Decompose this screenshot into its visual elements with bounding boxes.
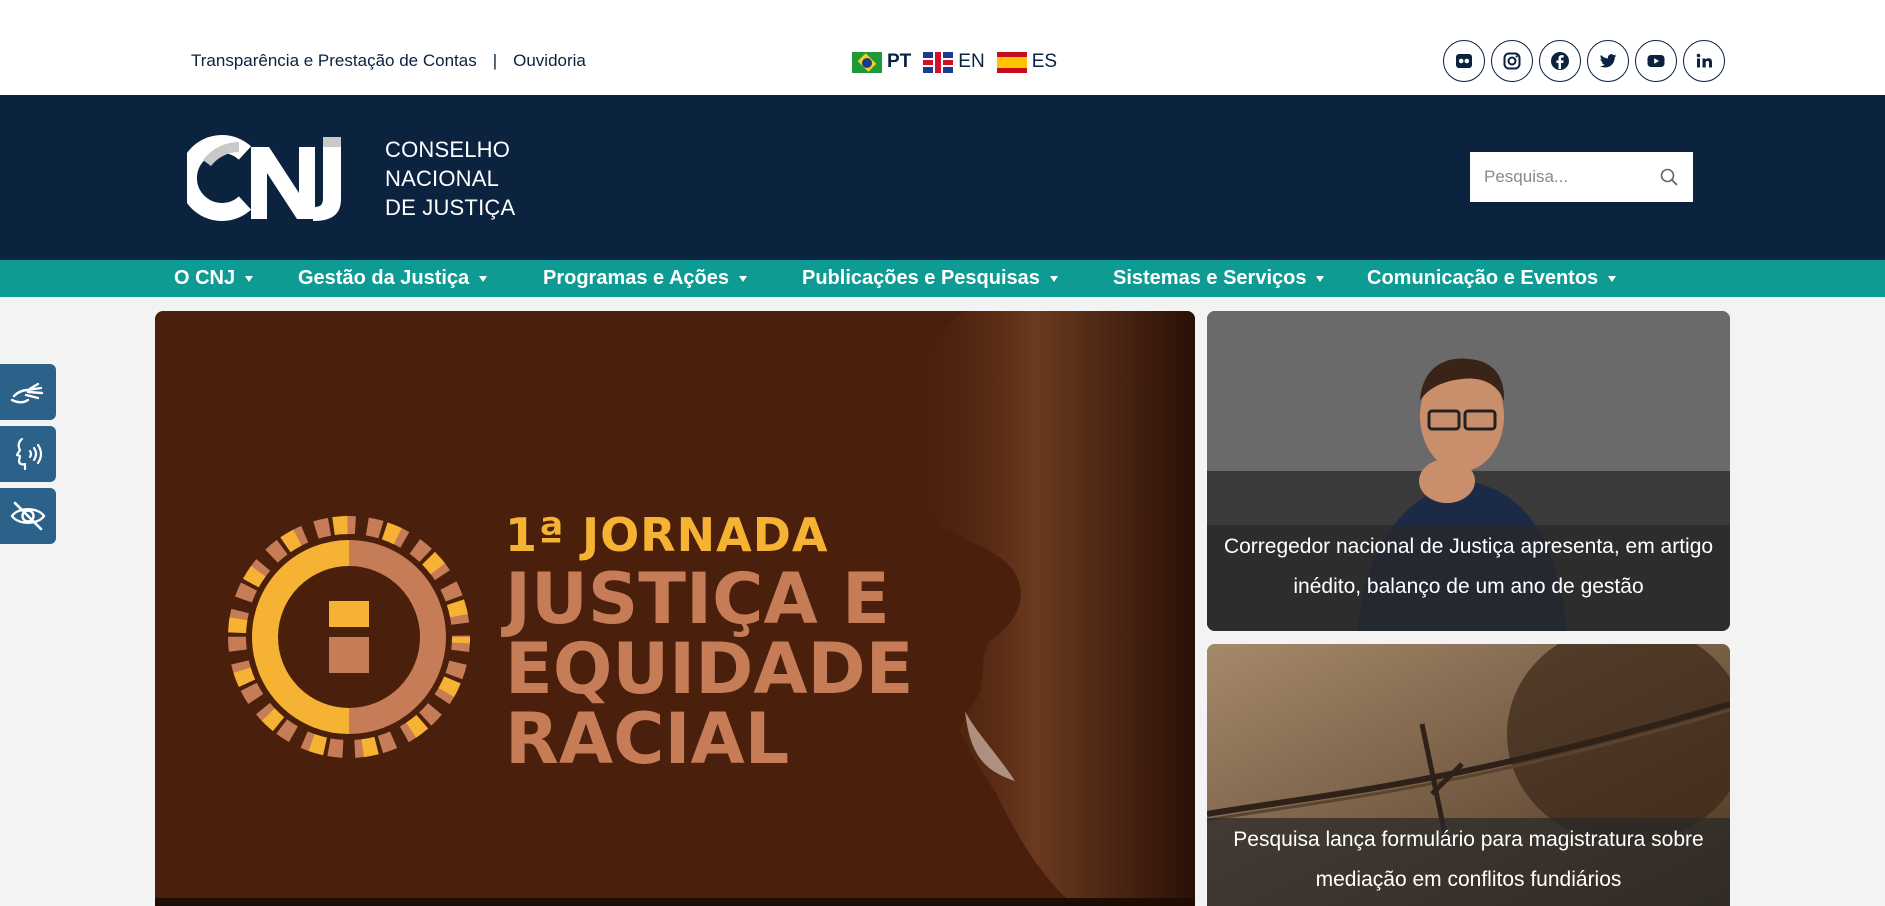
sign-language-icon [10, 382, 44, 404]
caret-down-icon [245, 275, 254, 282]
brazil-flag-icon [852, 51, 882, 73]
ombudsman-link[interactable]: Ouvidoria [513, 51, 586, 71]
nav-item-sistemas-e-servicos[interactable]: Sistemas e Serviços [1113, 260, 1325, 297]
nav-item-label: Comunicação e Eventos [1367, 267, 1599, 289]
spain-flag-icon [996, 51, 1027, 73]
sign-language-button[interactable] [0, 364, 56, 420]
nav-item-label: Gestão da Justiça [298, 267, 470, 289]
nav-item-programas-e-acoes[interactable]: Programas e Ações [543, 260, 748, 297]
cnj-logo[interactable]: CONSELHO NACIONAL DE JUSTIÇA [187, 133, 515, 223]
equity-emblem-icon [228, 516, 470, 758]
language-code: EN [958, 51, 985, 72]
voice-reader-button[interactable] [0, 426, 56, 482]
language-pt[interactable]: PT [852, 51, 911, 73]
hero-title-line: JUSTIÇA E [505, 558, 890, 640]
hero-kicker: 1ª JORNADA [505, 508, 829, 562]
language-en[interactable]: EN [923, 51, 985, 73]
nav-item-label: Publicações e Pesquisas [802, 267, 1040, 289]
flickr-icon [1456, 54, 1472, 68]
instagram-icon [1503, 52, 1521, 70]
nav-item-label: Programas e Ações [543, 267, 730, 289]
hero-title-line: RACIAL [505, 698, 790, 780]
logo-line: DE JUSTIÇA [385, 194, 516, 220]
search-icon[interactable] [1659, 167, 1679, 187]
youtube-link[interactable] [1635, 40, 1677, 82]
youtube-icon [1647, 55, 1665, 67]
caret-down-icon [739, 275, 748, 282]
news-card[interactable]: Corregedor nacional de Justiça apresenta… [1207, 311, 1730, 631]
nav-item-label: Sistemas e Serviços [1113, 267, 1307, 289]
nav-item-gestao-da-justica[interactable]: Gestão da Justiça [298, 260, 488, 297]
caret-down-icon [1316, 275, 1325, 282]
facebook-link[interactable] [1539, 40, 1581, 82]
nav-item-label: O CNJ [174, 267, 236, 289]
logo-line: NACIONAL [385, 165, 500, 191]
cnj-logo-text: CONSELHO NACIONAL DE JUSTIÇA [385, 135, 515, 222]
flickr-link[interactable] [1443, 40, 1485, 82]
uk-flag-icon [923, 51, 954, 73]
search-input[interactable] [1484, 167, 1644, 187]
language-code: PT [887, 51, 912, 72]
transparency-link[interactable]: Transparência e Prestação de Contas [191, 51, 477, 71]
hero-caption-bar [155, 898, 1195, 906]
nav-item-publicacoes-e-pesquisas[interactable]: Publicações e Pesquisas [802, 260, 1058, 297]
linkedin-link[interactable] [1683, 40, 1725, 82]
cnj-logo-mark [187, 135, 341, 221]
main-nav: O CNJ Gestão da Justiça Programas e Açõe… [0, 260, 1885, 297]
language-es[interactable]: ES [996, 51, 1058, 73]
facebook-icon [1551, 52, 1569, 70]
caret-down-icon [479, 275, 488, 282]
voice-reader-icon [15, 437, 43, 471]
language-switcher: PT EN ES [852, 51, 1057, 73]
news-card[interactable]: Pesquisa lança formulário para magistrat… [1207, 644, 1730, 906]
language-code: ES [1031, 51, 1058, 72]
nav-item-comunicacao-e-eventos[interactable]: Comunicação e Eventos [1367, 260, 1617, 297]
social-links [1443, 40, 1725, 82]
site-header: CONSELHO NACIONAL DE JUSTIÇA [0, 95, 1885, 260]
news-card-caption: Corregedor nacional de Justiça apresenta… [1207, 525, 1730, 631]
hero-banner[interactable]: 1ª JORNADA JUSTIÇA E EQUIDADE RACIAL [155, 311, 1195, 906]
search-box [1470, 152, 1693, 202]
low-vision-button[interactable] [0, 488, 56, 544]
hero-title: JUSTIÇA E EQUIDADE RACIAL [505, 564, 925, 774]
linkedin-icon [1696, 53, 1712, 68]
nav-item-o-cnj[interactable]: O CNJ [174, 260, 254, 297]
twitter-icon [1599, 54, 1617, 68]
caret-down-icon [1049, 275, 1058, 282]
low-vision-icon [10, 501, 46, 531]
instagram-link[interactable] [1491, 40, 1533, 82]
utility-separator: | [492, 51, 498, 70]
hero-title-line: EQUIDADE [505, 628, 914, 710]
logo-line: CONSELHO [385, 136, 511, 162]
twitter-link[interactable] [1587, 40, 1629, 82]
news-card-caption: Pesquisa lança formulário para magistrat… [1207, 818, 1730, 906]
caret-down-icon [1608, 275, 1617, 282]
utility-links: Transparência e Prestação de Contas | Ou… [191, 51, 586, 71]
top-utility-bar: Transparência e Prestação de Contas | Ou… [0, 0, 1885, 95]
